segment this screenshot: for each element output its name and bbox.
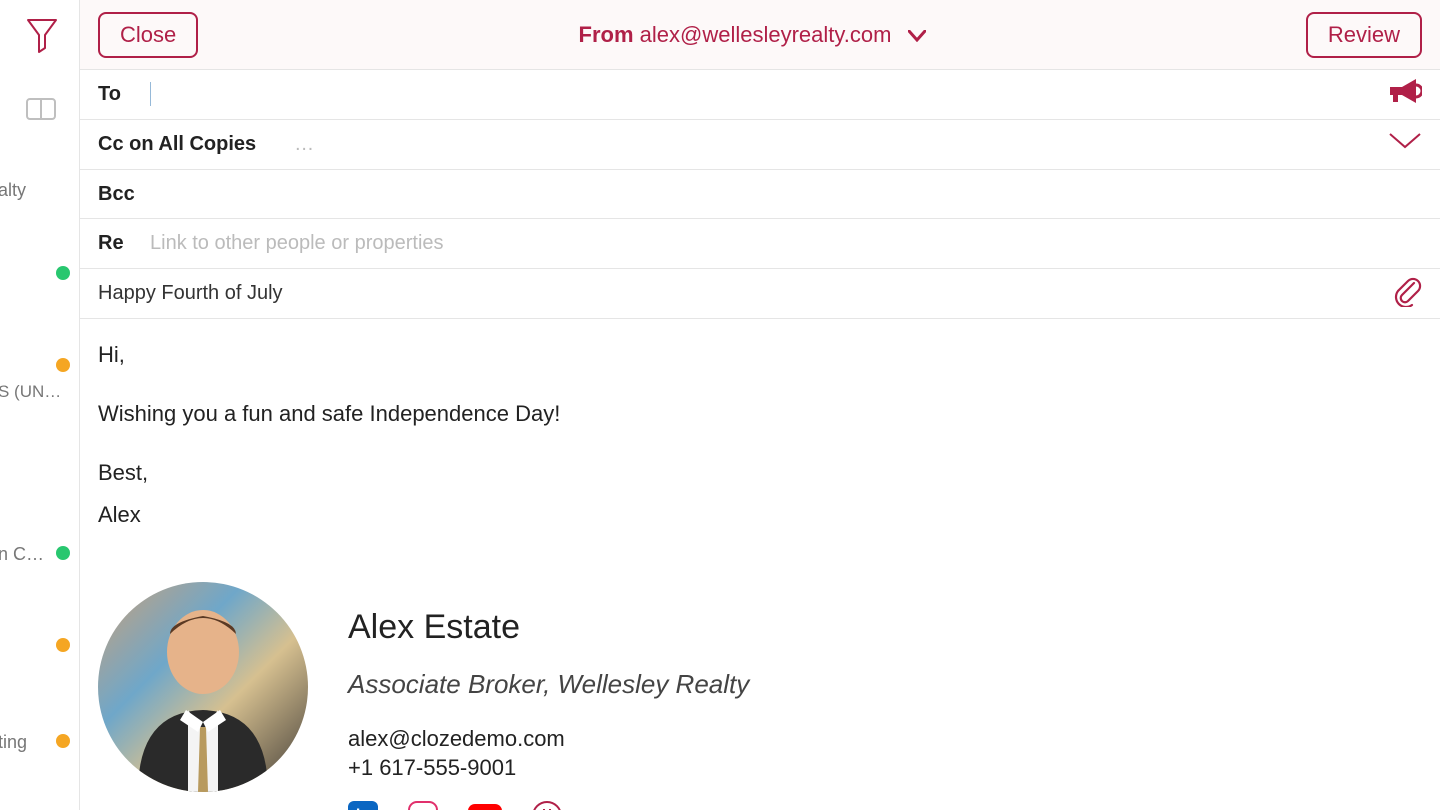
compose-panel: Close From alex@wellesleyrealty.com Revi… (80, 0, 1440, 810)
layout-icon[interactable] (26, 98, 56, 125)
sidebar-text-2: S (UN… (0, 382, 61, 402)
signature-block: Alex Estate Associate Broker, Wellesley … (98, 582, 1422, 810)
cc-label: Cc on All Copies (98, 133, 256, 156)
status-dot-orange-3 (56, 734, 70, 748)
re-input[interactable] (150, 232, 1422, 255)
signature-phone: +1 617-555-9001 (348, 753, 749, 783)
sidebar-text-3: n C… (0, 544, 44, 565)
to-label: To (98, 83, 124, 106)
signature-email: alex@clozedemo.com (348, 724, 749, 754)
megaphone-icon[interactable] (1386, 76, 1422, 112)
body-greeting: Hi, (98, 337, 1422, 372)
filter-icon[interactable] (26, 18, 58, 59)
status-dot-green-2 (56, 546, 70, 560)
status-dot-orange-2 (56, 638, 70, 652)
from-selector[interactable]: From alex@wellesleyrealty.com (198, 22, 1306, 48)
body-closing: Best, (98, 455, 1422, 490)
paperclip-icon[interactable] (1392, 275, 1422, 313)
sidebar-text-1: alty (0, 180, 26, 201)
calendar-icon[interactable] (532, 801, 562, 810)
sidebar: alty S (UN… n C… ting (0, 0, 80, 810)
status-dot-orange-1 (56, 358, 70, 372)
social-icons: in (348, 801, 749, 810)
subject-input[interactable] (98, 282, 1392, 305)
body-signoff-name: Alex (98, 497, 1422, 532)
signature-name: Alex Estate (348, 600, 749, 654)
bcc-row: Bcc (80, 170, 1440, 220)
sidebar-text-4: ting (0, 732, 27, 753)
youtube-icon[interactable] (468, 804, 502, 810)
subject-row (80, 269, 1440, 319)
status-dot-green (56, 266, 70, 280)
from-label: From (579, 22, 634, 47)
avatar (98, 582, 308, 792)
signature-title: Associate Broker, Wellesley Realty (348, 664, 749, 706)
re-row: Re (80, 219, 1440, 269)
bcc-label: Bcc (98, 183, 135, 206)
signature-info: Alex Estate Associate Broker, Wellesley … (348, 582, 749, 810)
topbar: Close From alex@wellesleyrealty.com Revi… (80, 0, 1440, 70)
to-row: To (80, 70, 1440, 120)
email-body[interactable]: Hi, Wishing you a fun and safe Independe… (80, 319, 1440, 810)
body-line-1: Wishing you a fun and safe Independence … (98, 396, 1422, 431)
bcc-input[interactable] (161, 183, 1422, 206)
caret-down-icon (908, 22, 926, 48)
chevron-down-icon[interactable] (1388, 132, 1422, 156)
cc-row: Cc on All Copies … (80, 120, 1440, 170)
instagram-icon[interactable] (408, 801, 438, 810)
cc-placeholder: … (294, 133, 314, 156)
from-email: alex@wellesleyrealty.com (640, 22, 892, 47)
linkedin-icon[interactable]: in (348, 801, 378, 810)
close-button[interactable]: Close (98, 12, 198, 58)
review-button[interactable]: Review (1306, 12, 1422, 58)
re-label: Re (98, 232, 124, 255)
to-input[interactable] (151, 83, 1386, 106)
